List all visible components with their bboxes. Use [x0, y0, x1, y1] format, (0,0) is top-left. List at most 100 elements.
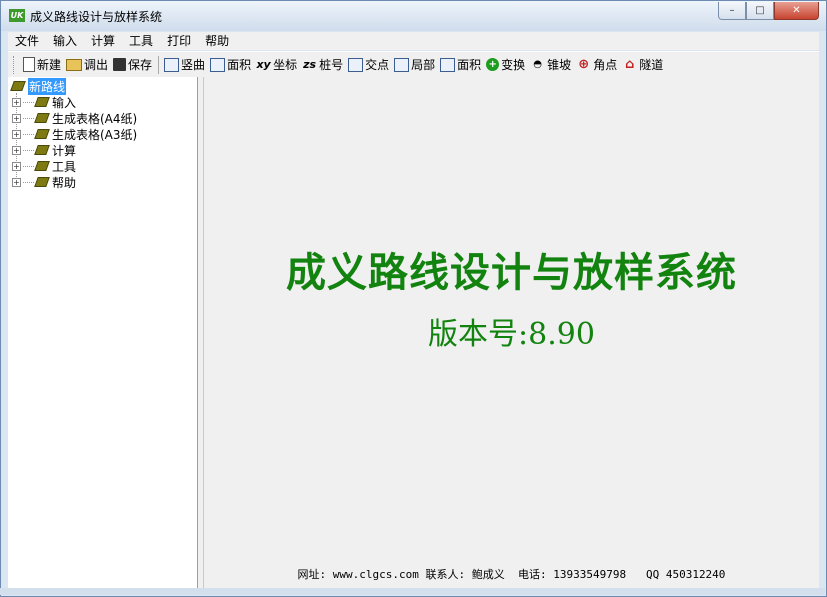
area-icon [210, 57, 226, 72]
area-label: 面积 [227, 58, 252, 72]
menu-calculate[interactable]: 计算 [84, 32, 122, 50]
tunnel-label: 隧道 [639, 58, 664, 72]
node-icon [34, 97, 50, 107]
app-logo-icon: UK [9, 9, 25, 22]
menu-bar: 文件 输入 计算 工具 打印 帮助 [8, 32, 819, 50]
new-doc-icon [23, 57, 35, 72]
tree-item-calculate[interactable]: + 计算 [12, 142, 76, 158]
tree-root-item[interactable]: 新路线 [10, 77, 67, 95]
toolbar: 新建 调出 保存 竖曲 面积 xy 坐标 zs 桩号 交点 局部 面积 + 变换… [8, 51, 819, 77]
angle-point-button[interactable]: ⊕ 角点 [574, 54, 619, 76]
menu-input[interactable]: 输入 [46, 32, 84, 50]
contact-footer: 网址: www.clgcs.com 联系人: 鲍成义 电话: 139335497… [297, 568, 726, 581]
node-icon [34, 113, 50, 123]
folder-open-icon [66, 58, 83, 71]
station-label: 桩号 [319, 58, 344, 72]
splash-panel: 成义路线设计与放样系统 版本号:8.90 网址: www.clgcs.com 联… [204, 77, 819, 589]
save-label: 保存 [128, 58, 153, 72]
zs-station-icon: zs [303, 58, 317, 71]
cone-slope-button[interactable]: ◓ 锥坡 [528, 54, 573, 76]
xy-coordinate-icon: xy [256, 58, 271, 71]
menu-print[interactable]: 打印 [160, 32, 198, 50]
save-icon [113, 58, 127, 71]
tree-item-label: 输入 [52, 95, 77, 110]
window-title: 成义路线设计与放样系统 [30, 10, 163, 24]
tree-item-label: 工具 [52, 159, 77, 174]
tunnel-button[interactable]: ⌂ 隧道 [620, 54, 665, 76]
new-label: 新建 [37, 58, 62, 72]
tree-connector [23, 149, 34, 151]
intersection-button[interactable]: 交点 [346, 54, 391, 76]
area-button[interactable]: 面积 [208, 54, 253, 76]
tunnel-icon: ⌂ [625, 57, 635, 72]
coordinate-button[interactable]: xy 坐标 [254, 54, 299, 76]
title-bar[interactable]: UK 成义路线设计与放样系统 – □ ✕ [1, 1, 826, 31]
area2-icon [440, 57, 456, 72]
intersection-label: 交点 [365, 58, 390, 72]
node-icon [34, 129, 50, 139]
node-icon [34, 145, 50, 155]
save-button[interactable]: 保存 [111, 54, 154, 76]
close-button[interactable]: ✕ [774, 2, 819, 20]
tree-item-label: 生成表格(A3纸) [52, 127, 138, 142]
transform-button[interactable]: + 变换 [484, 54, 527, 76]
open-button[interactable]: 调出 [64, 54, 110, 76]
station-button[interactable]: zs 桩号 [300, 54, 345, 76]
transform-label: 变换 [501, 58, 526, 72]
cone-slope-icon: ◓ [533, 58, 543, 70]
vertical-curve-icon [164, 57, 180, 72]
new-button[interactable]: 新建 [21, 54, 63, 76]
minimize-button[interactable]: – [718, 2, 746, 20]
tree-item-label: 计算 [52, 143, 77, 158]
tree-item-help[interactable]: + 帮助 [12, 174, 76, 190]
vertical-curve-button[interactable]: 竖曲 [162, 54, 207, 76]
local-icon [394, 57, 410, 72]
route-tree[interactable]: 新路线 + 输入 + 生成表格(A4纸) + 生成表格(A3纸) + 计算 + … [8, 77, 198, 589]
area2-label: 面积 [457, 58, 482, 72]
tree-item-label: 生成表格(A4纸) [52, 111, 138, 126]
splash-title: 成义路线设计与放样系统 [286, 249, 737, 296]
angle-point-icon: ⊕ [578, 57, 590, 72]
content-area: 新路线 + 输入 + 生成表格(A4纸) + 生成表格(A3纸) + 计算 + … [8, 77, 819, 589]
tree-item-tools[interactable]: + 工具 [12, 158, 76, 174]
tree-item-table-a4[interactable]: + 生成表格(A4纸) [12, 110, 137, 126]
window-bottom-border [0, 588, 825, 595]
node-icon [10, 81, 26, 91]
local-button[interactable]: 局部 [392, 54, 437, 76]
tree-connector [23, 181, 34, 183]
expand-icon[interactable]: + [12, 113, 21, 123]
menu-file[interactable]: 文件 [8, 32, 46, 50]
menu-tools[interactable]: 工具 [122, 32, 160, 50]
expand-icon[interactable]: + [12, 129, 21, 139]
toolbar-separator [158, 55, 160, 74]
open-label: 调出 [84, 58, 109, 72]
app-window: UK 成义路线设计与放样系统 – □ ✕ 文件 输入 计算 工具 打印 帮助 新… [0, 0, 827, 597]
version-text: 版本号:8.90 [428, 317, 595, 352]
tree-connector [23, 165, 34, 167]
tree-connector [23, 117, 34, 119]
menu-help[interactable]: 帮助 [198, 32, 236, 50]
window-controls: – □ ✕ [718, 2, 819, 21]
cone-slope-label: 锥坡 [547, 58, 572, 72]
expand-icon[interactable]: + [12, 177, 21, 187]
area2-button[interactable]: 面积 [438, 54, 483, 76]
tree-item-table-a3[interactable]: + 生成表格(A3纸) [12, 126, 137, 142]
maximize-button[interactable]: □ [746, 2, 774, 20]
node-icon [34, 177, 50, 187]
angle-point-label: 角点 [593, 58, 618, 72]
expand-icon[interactable]: + [12, 145, 21, 155]
vertical-curve-label: 竖曲 [181, 58, 206, 72]
transform-icon: + [486, 58, 500, 71]
tree-connector [23, 101, 34, 103]
expand-icon[interactable]: + [12, 97, 21, 107]
local-label: 局部 [411, 58, 436, 72]
tree-connector [23, 133, 34, 135]
node-icon [34, 161, 50, 171]
toolbar-grip[interactable] [13, 55, 17, 74]
tree-item-label: 帮助 [52, 175, 77, 190]
intersection-icon [348, 57, 364, 72]
expand-icon[interactable]: + [12, 161, 21, 171]
tree-root-label: 新路线 [28, 77, 67, 95]
coordinate-label: 坐标 [273, 58, 298, 72]
tree-item-input[interactable]: + 输入 [12, 94, 76, 110]
